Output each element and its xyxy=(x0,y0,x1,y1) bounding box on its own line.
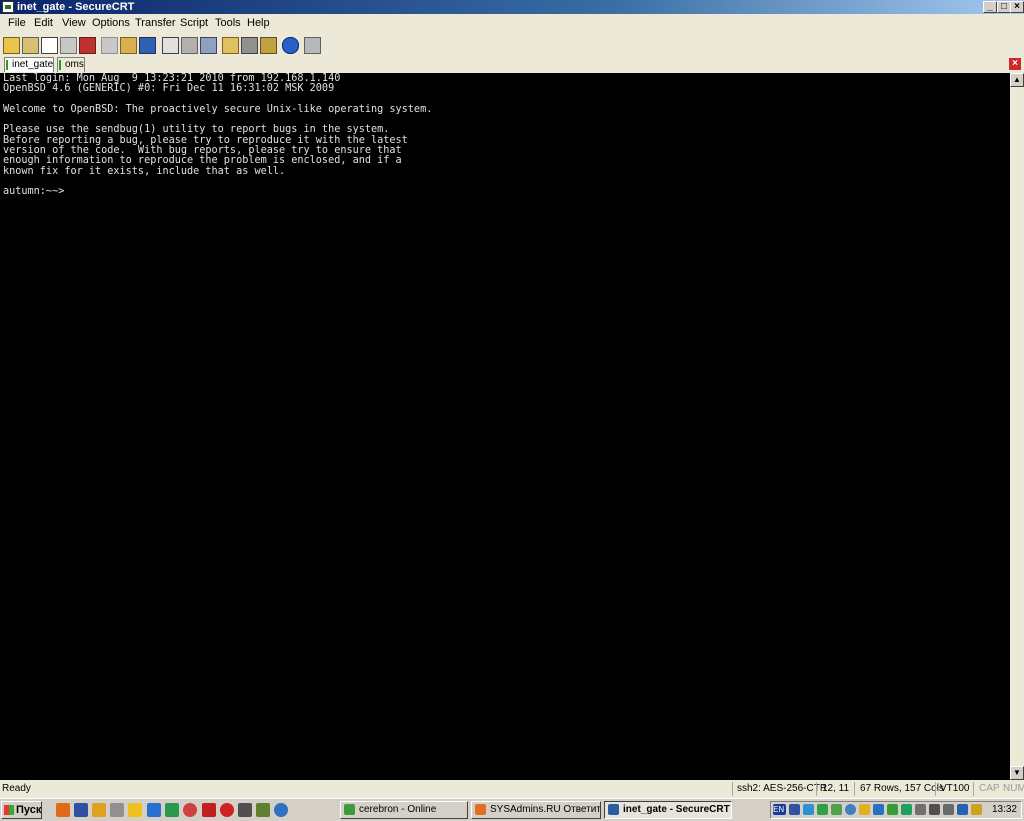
menu-bar: File Edit View Options Transfer Script T… xyxy=(0,14,1024,34)
scroll-up-icon[interactable]: ▲ xyxy=(1010,73,1024,87)
terminal-screen[interactable]: Last login: Mon Aug 9 13:23:21 2010 from… xyxy=(0,73,1010,780)
menu-tools[interactable]: Tools xyxy=(215,17,241,29)
system-tray: EN 13:32 xyxy=(770,801,1022,819)
task-label: inet_gate - SecureCRT xyxy=(623,804,730,815)
task-securecrt[interactable]: inet_gate - SecureCRT xyxy=(604,801,732,819)
help-icon[interactable] xyxy=(282,37,299,54)
no-entry-icon[interactable] xyxy=(183,803,197,817)
session-options-icon[interactable] xyxy=(222,37,239,54)
filezilla-icon[interactable] xyxy=(202,803,216,817)
copy-icon[interactable] xyxy=(101,37,118,54)
terminal-line: known fix for it exists, include that as… xyxy=(3,165,286,177)
green-status-icon[interactable] xyxy=(887,804,898,815)
taskbar: Пуск cerebron - Online SYSAdmins.RU Отве… xyxy=(0,798,1024,821)
connect-in-tab-icon[interactable] xyxy=(41,37,58,54)
task-label: SYSAdmins.RU Ответит... xyxy=(490,804,601,815)
global-options-icon[interactable] xyxy=(241,37,258,54)
find-icon[interactable] xyxy=(139,37,156,54)
language-indicator[interactable]: EN xyxy=(773,804,786,815)
menu-options[interactable]: Options xyxy=(92,17,130,29)
scroll-down-icon[interactable]: ▼ xyxy=(1010,766,1024,780)
terminal-icon[interactable] xyxy=(238,803,252,817)
status-size: 67 Rows, 157 Cols xyxy=(860,783,944,794)
keymap-icon[interactable] xyxy=(260,37,277,54)
monitor-icon[interactable] xyxy=(957,804,968,815)
securecrt-icon xyxy=(608,804,619,815)
terminal-line: Welcome to OpenBSD: The proactively secu… xyxy=(3,103,433,115)
firefox-icon[interactable] xyxy=(56,803,70,817)
messenger-icon[interactable] xyxy=(92,803,106,817)
vertical-scrollbar[interactable]: ▲ ▼ xyxy=(1010,73,1024,780)
status-emulation: VT100 xyxy=(940,783,970,794)
clock-icon[interactable] xyxy=(845,804,856,815)
menu-script[interactable]: Script xyxy=(180,17,208,29)
bluetooth-icon[interactable] xyxy=(873,804,884,815)
close-tab-icon[interactable]: × xyxy=(1009,58,1021,70)
task-label: cerebron - Online xyxy=(359,804,437,815)
download-icon[interactable] xyxy=(901,804,912,815)
connect-icon[interactable] xyxy=(3,37,20,54)
start-button[interactable]: Пуск xyxy=(1,801,42,819)
status-bar: Ready ssh2: AES-256-CTR 12, 11 67 Rows, … xyxy=(0,780,1024,798)
disconnect-icon[interactable] xyxy=(79,37,96,54)
print-selection-icon[interactable] xyxy=(181,37,198,54)
print-screen-icon[interactable] xyxy=(200,37,217,54)
status-cursor: 12, 11 xyxy=(822,783,850,794)
phone-icon[interactable] xyxy=(943,804,954,815)
menu-file[interactable]: File xyxy=(8,17,26,29)
quick-connect-icon[interactable] xyxy=(22,37,39,54)
shield-icon[interactable] xyxy=(831,804,842,815)
task-cerebron[interactable]: cerebron - Online xyxy=(340,801,468,819)
skype-icon[interactable] xyxy=(274,803,288,817)
task-sysadmins[interactable]: SYSAdmins.RU Ответит... xyxy=(471,801,601,819)
securecrt-app-icon[interactable] xyxy=(2,1,14,13)
gift-icon[interactable] xyxy=(256,803,270,817)
close-button[interactable]: × xyxy=(1010,1,1024,13)
internet-explorer-icon[interactable] xyxy=(147,803,161,817)
antivirus-icon[interactable] xyxy=(817,804,828,815)
maximize-button[interactable]: □ xyxy=(997,1,1011,13)
security-alert-icon[interactable] xyxy=(859,804,870,815)
menu-view[interactable]: View xyxy=(62,17,86,29)
minimize-button[interactable]: _ xyxy=(983,1,997,13)
status-cipher: ssh2: AES-256-CTR xyxy=(737,783,828,794)
network-icon[interactable] xyxy=(803,804,814,815)
opera-icon[interactable] xyxy=(220,803,234,817)
menu-edit[interactable]: Edit xyxy=(34,17,53,29)
disk-icon[interactable] xyxy=(789,804,800,815)
reconnect-icon[interactable] xyxy=(60,37,77,54)
terminal-line: OpenBSD 4.6 (GENERIC) #0: Fri Dec 11 16:… xyxy=(3,83,335,95)
volume-icon[interactable] xyxy=(915,804,926,815)
settings-icon[interactable] xyxy=(929,804,940,815)
status-ready: Ready xyxy=(2,783,31,794)
refresh-icon[interactable] xyxy=(165,803,179,817)
tab-oms[interactable]: oms xyxy=(57,57,85,72)
terminal-prompt: autumn:~~> xyxy=(3,186,65,198)
toolbar-options-icon[interactable] xyxy=(304,37,321,54)
status-caps: CAP xyxy=(979,783,1000,794)
firefox-icon xyxy=(475,804,486,815)
tab-inet-gate[interactable]: inet_gate xyxy=(4,57,54,72)
status-num: NUM xyxy=(1003,783,1024,794)
paste-icon[interactable] xyxy=(120,37,137,54)
print-icon[interactable] xyxy=(162,37,179,54)
icq-icon xyxy=(344,804,355,815)
folder-icon[interactable] xyxy=(128,803,142,817)
title-bar: inet_gate - SecureCRT _ □ × xyxy=(0,0,1024,14)
power-icon[interactable] xyxy=(971,804,982,815)
menu-help[interactable]: Help xyxy=(247,17,270,29)
toolbar xyxy=(0,34,1024,57)
session-tabs: inet_gate oms × xyxy=(0,56,1024,73)
clock[interactable]: 13:32 xyxy=(992,802,1017,818)
save-icon[interactable] xyxy=(74,803,88,817)
menu-transfer[interactable]: Transfer xyxy=(135,17,176,29)
calculator-icon[interactable] xyxy=(110,803,124,817)
window-title: inet_gate - SecureCRT xyxy=(17,1,135,13)
